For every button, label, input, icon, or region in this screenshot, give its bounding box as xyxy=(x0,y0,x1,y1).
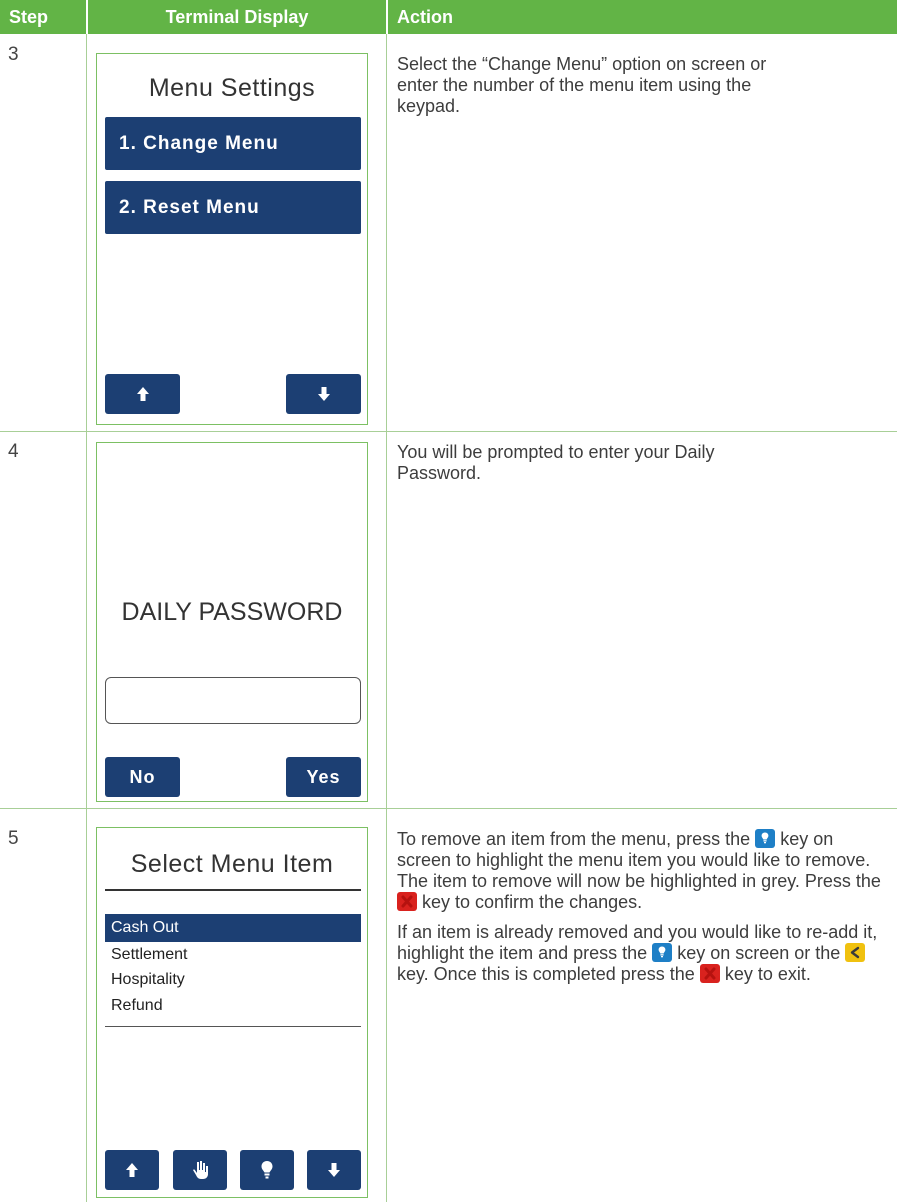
action-text: key on screen or the xyxy=(677,943,841,963)
list-bottom-divider xyxy=(105,1026,361,1027)
lightbulb-button[interactable] xyxy=(240,1150,294,1190)
action-text: To remove an item from the menu, press t… xyxy=(397,829,751,849)
scroll-down-button[interactable] xyxy=(286,374,361,414)
no-button-label: No xyxy=(129,766,156,787)
yes-button[interactable]: Yes xyxy=(286,757,361,797)
title-divider xyxy=(105,889,361,891)
column-divider xyxy=(386,34,387,1202)
header-terminal-display: Terminal Display xyxy=(88,0,386,34)
header-action-label: Action xyxy=(397,7,453,27)
no-button[interactable]: No xyxy=(105,757,180,797)
menu-item-cash-out[interactable]: Cash Out xyxy=(105,914,361,942)
screen-title: DAILY PASSWORD xyxy=(121,598,343,626)
screen-title: Select Menu Item xyxy=(130,850,334,878)
action-instructions: To remove an item from the menu, press t… xyxy=(397,829,885,994)
action-text: key. Once this is completed press the xyxy=(397,964,695,984)
action-paragraph-readd: If an item is already removed and you wo… xyxy=(397,922,885,985)
row-divider xyxy=(0,431,897,432)
password-input[interactable] xyxy=(105,677,361,724)
scroll-down-button[interactable] xyxy=(307,1150,361,1190)
down-arrow-icon xyxy=(317,387,330,401)
change-menu-button[interactable]: 1. Change Menu xyxy=(105,117,361,170)
up-arrow-icon xyxy=(136,387,149,401)
scroll-up-button[interactable] xyxy=(105,1150,159,1190)
terminal-screen-menu-settings: Menu Settings 1. Change Menu 2. Reset Me… xyxy=(96,53,368,425)
header-terminal-display-label: Terminal Display xyxy=(165,7,309,27)
reset-menu-button[interactable]: 2. Reset Menu xyxy=(105,181,361,234)
column-divider xyxy=(86,34,87,1202)
down-arrow-icon xyxy=(328,1163,340,1177)
step-number: 5 xyxy=(8,828,19,849)
header-step: Step xyxy=(0,0,86,34)
action-text: Select the “Change Menu” option on scree… xyxy=(397,54,767,116)
cancel-key-icon xyxy=(397,892,417,911)
action-text: key to exit. xyxy=(724,964,811,984)
up-arrow-icon xyxy=(126,1163,138,1177)
lightbulb-icon xyxy=(261,1161,273,1179)
menu-item-hospitality[interactable]: Hospitality xyxy=(105,966,361,994)
scroll-up-button[interactable] xyxy=(105,374,180,414)
terminal-screen-daily-password: DAILY PASSWORD No Yes xyxy=(96,442,368,802)
terminal-screen-select-menu-item: Select Menu Item Cash Out Settlement Hos… xyxy=(96,827,368,1198)
cancel-key-icon xyxy=(699,964,720,983)
hand-button[interactable] xyxy=(173,1150,227,1190)
clear-key-icon xyxy=(845,943,866,962)
menu-item-settlement[interactable]: Settlement xyxy=(105,941,361,969)
row-divider xyxy=(0,808,897,809)
menu-item-refund[interactable]: Refund xyxy=(105,992,361,1020)
step-number: 3 xyxy=(8,44,19,65)
header-action: Action xyxy=(388,0,897,34)
action-text: key to confirm the changes. xyxy=(422,892,643,912)
lightbulb-key-icon xyxy=(755,829,776,848)
lightbulb-key-icon xyxy=(652,943,673,962)
hand-icon xyxy=(193,1161,208,1179)
action-text: You will be prompted to enter your Daily… xyxy=(397,442,715,483)
header-step-label: Step xyxy=(9,7,49,27)
yes-button-label: Yes xyxy=(306,766,341,787)
screen-title: Menu Settings xyxy=(148,74,316,102)
step-number: 4 xyxy=(8,441,19,462)
action-paragraph-remove: To remove an item from the menu, press t… xyxy=(397,829,885,913)
